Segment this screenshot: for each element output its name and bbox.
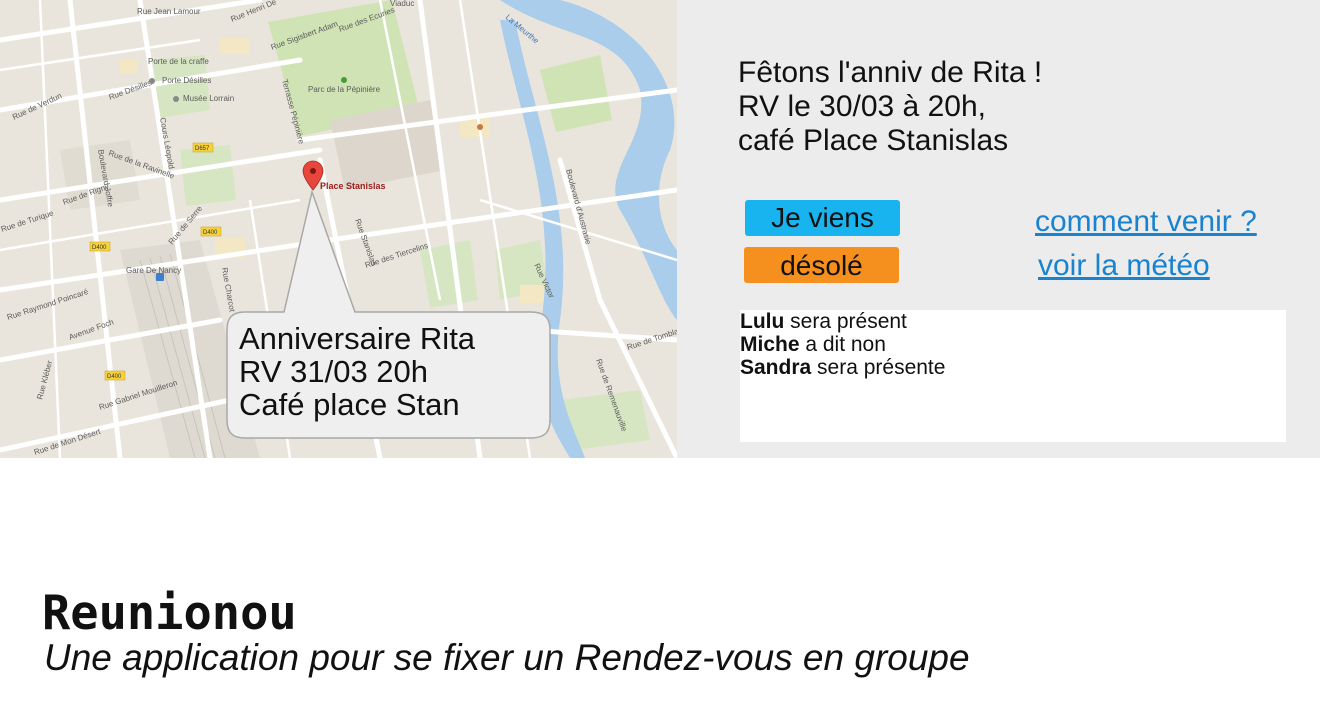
event-message: Fêtons l'anniv de Rita ! RV le 30/03 à 2…: [738, 56, 1042, 158]
app-screenshot: Rue Jean Lamour Rue Henri Dé Rue Sigisbe…: [0, 0, 1320, 458]
map-view[interactable]: Rue Jean Lamour Rue Henri Dé Rue Sigisbe…: [0, 0, 677, 458]
svg-text:Viaduc: Viaduc: [390, 0, 414, 8]
message-line: Fêtons l'anniv de Rita !: [738, 56, 1043, 89]
response-name: Sandra: [740, 356, 812, 379]
response-status: sera présente: [811, 356, 946, 379]
svg-text:Porte de la craffe: Porte de la craffe: [148, 57, 209, 66]
svg-text:D657: D657: [195, 146, 210, 152]
svg-text:Gare De Nancy: Gare De Nancy: [126, 266, 181, 275]
park-icon: [341, 77, 347, 83]
museum-icon: [173, 96, 179, 102]
weather-link[interactable]: voir la météo: [1038, 249, 1210, 283]
directions-link[interactable]: comment venir ?: [1035, 205, 1257, 239]
decline-button[interactable]: désolé: [744, 247, 899, 283]
bubble-line: RV 31/03 20h: [239, 354, 429, 389]
join-button[interactable]: Je viens: [745, 200, 900, 236]
train-station-icon: [156, 273, 164, 281]
message-line: café Place Stanislas: [738, 124, 1009, 157]
response-status: sera présent: [784, 310, 907, 333]
svg-text:D400: D400: [92, 245, 107, 251]
place-label: Place Stanislas: [320, 181, 386, 191]
poi-icon: [149, 78, 155, 84]
message-line: RV le 30/03 à 20h,: [738, 90, 986, 123]
response-row: Sandra sera présente: [740, 356, 1286, 379]
svg-text:D400: D400: [107, 374, 122, 380]
response-row: Lulu sera présent: [740, 310, 1286, 333]
svg-text:Parc de la Pépinière: Parc de la Pépinière: [308, 85, 381, 94]
poi-icon-2: [477, 124, 483, 130]
response-status: a dit non: [799, 333, 886, 356]
response-name: Miche: [740, 333, 800, 356]
responses-list: Lulu sera présent Miche a dit non Sandra…: [740, 310, 1286, 442]
bubble-text: Anniversaire Rita RV 31/03 20h Café plac…: [239, 322, 539, 421]
bubble-line: Café place Stan: [239, 387, 460, 422]
app-tagline: Une application pour se fixer un Rendez-…: [44, 637, 970, 678]
svg-text:Musée Lorrain: Musée Lorrain: [183, 94, 234, 103]
response-row: Miche a dit non: [740, 333, 1286, 356]
svg-text:Porte Désilles: Porte Désilles: [162, 76, 211, 85]
bubble-line: Anniversaire Rita: [239, 321, 476, 356]
response-name: Lulu: [740, 310, 785, 333]
svg-text:Rue Jean Lamour: Rue Jean Lamour: [137, 7, 201, 16]
svg-text:D400: D400: [203, 230, 218, 236]
app-title: Reunionou: [42, 586, 297, 641]
